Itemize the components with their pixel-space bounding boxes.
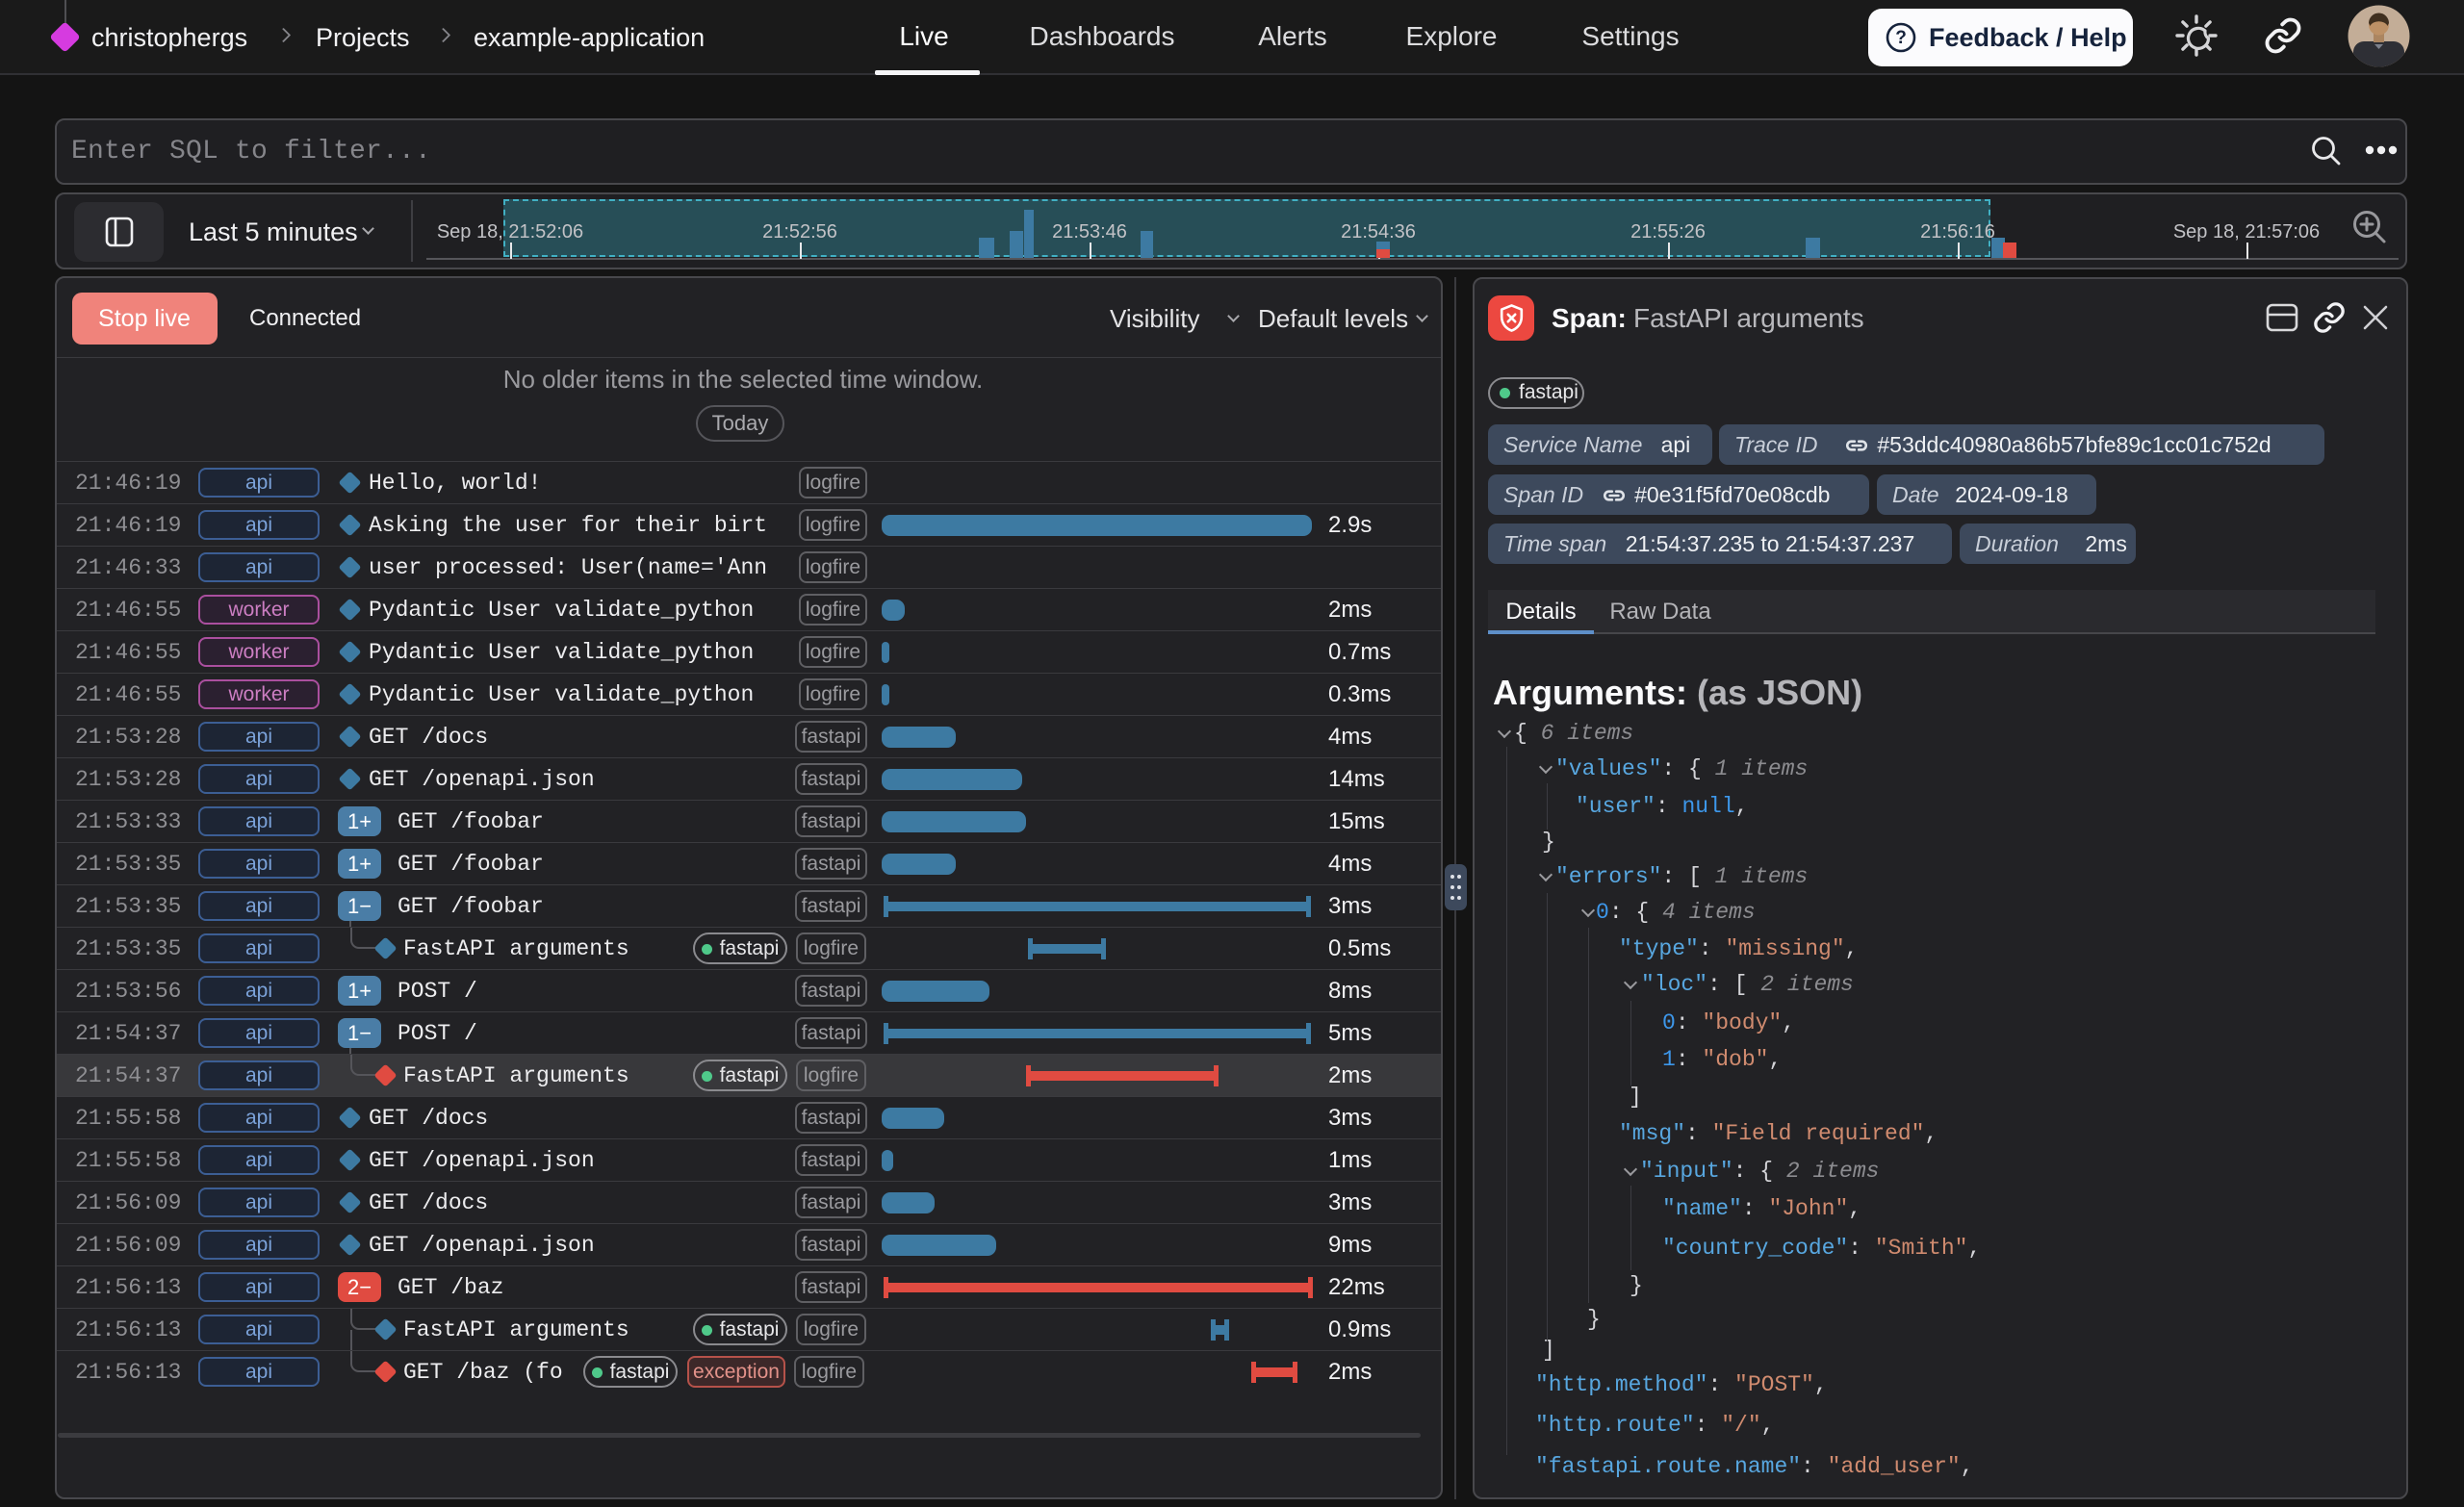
svg-text:?: ? — [1895, 28, 1907, 48]
